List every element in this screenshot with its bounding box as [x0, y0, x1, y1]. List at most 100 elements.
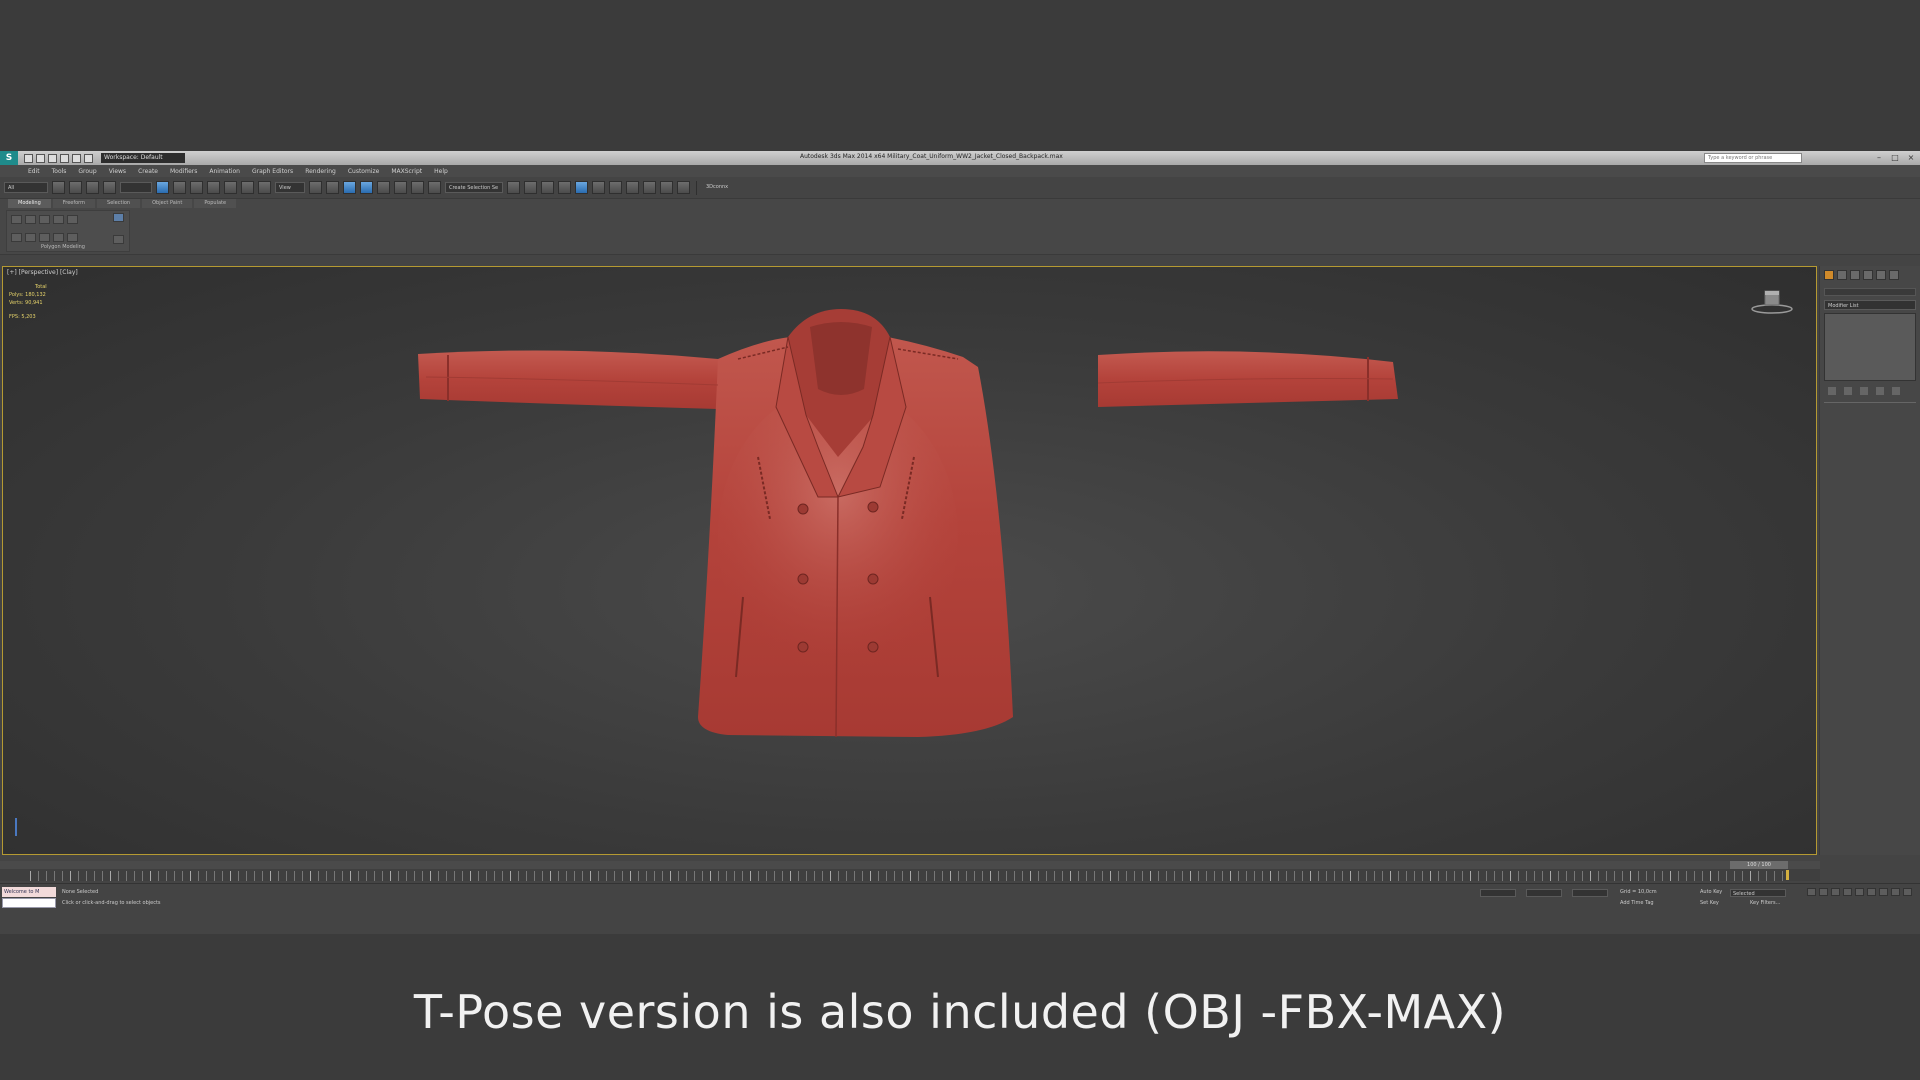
ribbon-tool-button[interactable] — [53, 233, 64, 242]
timeline[interactable]: 100 / 100 — [0, 861, 1820, 881]
menu-item-group[interactable]: Group — [78, 168, 96, 175]
link-icon[interactable] — [69, 181, 82, 194]
tab-modeling[interactable]: Modeling — [8, 199, 51, 208]
close-icon[interactable]: × — [1906, 153, 1916, 162]
scale-icon[interactable] — [258, 181, 271, 194]
time-slider[interactable]: 100 / 100 — [0, 861, 1820, 869]
move-icon[interactable] — [224, 181, 237, 194]
selection-filter-dropdown[interactable]: All — [4, 182, 48, 193]
ribbon-tool-button[interactable] — [67, 233, 78, 242]
create-tab-icon[interactable] — [1824, 270, 1834, 280]
menu-item-modifiers[interactable]: Modifiers — [170, 168, 197, 175]
orbit-icon[interactable] — [1891, 888, 1900, 896]
modifier-list-dropdown[interactable]: Modifier List — [1824, 300, 1916, 310]
next-frame-icon[interactable] — [1843, 888, 1852, 896]
maximize-viewport-icon[interactable] — [1903, 888, 1912, 896]
hierarchy-tab-icon[interactable] — [1850, 270, 1860, 280]
display-tab-icon[interactable] — [1876, 270, 1886, 280]
align-icon[interactable] — [524, 181, 537, 194]
filter-dropdown[interactable] — [120, 182, 152, 193]
minimize-icon[interactable]: – — [1874, 153, 1884, 162]
ribbon-tool-button[interactable] — [67, 215, 78, 224]
keyboard-shortcut-override-icon[interactable] — [343, 181, 356, 194]
ribbon-tool-button[interactable] — [53, 215, 64, 224]
save-file-icon[interactable] — [48, 153, 57, 163]
perspective-viewport[interactable]: [+] [Perspective] [Clay] Total Polys: 18… — [2, 266, 1817, 855]
menu-item-help[interactable]: Help — [434, 168, 448, 175]
utilities-tab-icon[interactable] — [1889, 270, 1899, 280]
window-crossing-icon[interactable] — [207, 181, 220, 194]
pin-stack-icon[interactable] — [1828, 387, 1836, 395]
ribbon-tool-button[interactable] — [39, 215, 50, 224]
ribbon-tool-button[interactable] — [25, 233, 36, 242]
app-logo-icon[interactable]: S — [0, 151, 18, 165]
percent-snap-icon[interactable] — [394, 181, 407, 194]
mirror-icon[interactable] — [507, 181, 520, 194]
project-folder-icon[interactable] — [84, 153, 93, 163]
go-to-start-icon[interactable] — [1807, 888, 1816, 896]
current-frame-marker[interactable] — [1786, 870, 1789, 880]
zoom-icon[interactable] — [1879, 888, 1888, 896]
key-mode-dropdown[interactable]: Selected — [1730, 889, 1786, 897]
make-unique-icon[interactable] — [1860, 387, 1868, 395]
undo-icon[interactable] — [60, 153, 69, 163]
viewport-label[interactable]: [+] [Perspective] [Clay] — [7, 269, 78, 276]
jacket-model[interactable] — [418, 297, 1408, 855]
bind-space-warp-icon[interactable] — [103, 181, 116, 194]
ribbon-tool-button[interactable] — [11, 233, 22, 242]
auto-key-button[interactable]: Auto Key — [1700, 889, 1722, 895]
layer-explorer-icon[interactable] — [558, 181, 571, 194]
viewcube-icon[interactable] — [1750, 287, 1794, 315]
tab-freeform[interactable]: Freeform — [52, 199, 96, 208]
x-coordinate-field[interactable] — [1480, 889, 1516, 897]
maxscript-listener-input[interactable] — [2, 898, 56, 908]
new-file-icon[interactable] — [24, 153, 33, 163]
select-object-icon[interactable] — [156, 181, 169, 194]
tab-selection[interactable]: Selection — [97, 199, 141, 208]
material-editor-icon[interactable] — [626, 181, 639, 194]
edit-named-selection-icon[interactable] — [428, 181, 441, 194]
select-by-name-icon[interactable] — [173, 181, 186, 194]
configure-modifier-sets-icon[interactable] — [1892, 387, 1900, 395]
menu-item-views[interactable]: Views — [109, 168, 126, 175]
menu-item-edit[interactable]: Edit — [28, 168, 40, 175]
menu-item-customize[interactable]: Customize — [348, 168, 380, 175]
object-name-field[interactable] — [1824, 288, 1916, 296]
named-selection-dropdown[interactable]: Create Selection Se — [445, 182, 503, 193]
maxscript-listener-output[interactable]: Welcome to M — [2, 887, 56, 897]
menu-item-graph-editors[interactable]: Graph Editors — [252, 168, 293, 175]
ribbon-tool-button[interactable] — [39, 233, 50, 242]
reference-coordinate-dropdown[interactable]: View — [275, 182, 305, 193]
menu-item-create[interactable]: Create — [138, 168, 158, 175]
y-coordinate-field[interactable] — [1526, 889, 1562, 897]
unlink-icon[interactable] — [86, 181, 99, 194]
ribbon-tool-button[interactable] — [25, 215, 36, 224]
menu-item-tools[interactable]: Tools — [52, 168, 67, 175]
menu-item-maxscript[interactable]: MAXScript — [391, 168, 422, 175]
search-input[interactable]: Type a keyword or phrase — [1704, 153, 1802, 163]
previous-frame-icon[interactable] — [1819, 888, 1828, 896]
modifier-stack[interactable] — [1824, 313, 1916, 381]
render-setup-icon[interactable] — [643, 181, 656, 194]
time-configuration-icon[interactable] — [1867, 888, 1876, 896]
maximize-icon[interactable]: □ — [1890, 153, 1900, 162]
undo-button[interactable] — [52, 181, 65, 194]
add-time-tag-button[interactable]: Add Time Tag — [1620, 900, 1654, 906]
menu-item-animation[interactable]: Animation — [209, 168, 240, 175]
ribbon-tool-button[interactable] — [11, 215, 22, 224]
curve-editor-icon[interactable] — [592, 181, 605, 194]
motion-tab-icon[interactable] — [1863, 270, 1873, 280]
render-production-icon[interactable] — [677, 181, 690, 194]
select-manipulate-icon[interactable] — [326, 181, 339, 194]
key-filters-button[interactable]: Key Filters... — [1750, 900, 1780, 906]
scene-explorer-icon[interactable] — [541, 181, 554, 194]
angle-snap-icon[interactable] — [377, 181, 390, 194]
play-icon[interactable] — [1831, 888, 1840, 896]
z-coordinate-field[interactable] — [1572, 889, 1608, 897]
tab-populate[interactable]: Populate — [194, 199, 237, 208]
modify-tab-icon[interactable] — [1837, 270, 1847, 280]
graphite-ribbon-icon[interactable] — [575, 181, 588, 194]
set-key-button[interactable]: Set Key — [1700, 900, 1719, 906]
go-to-end-icon[interactable] — [1855, 888, 1864, 896]
schematic-view-icon[interactable] — [609, 181, 622, 194]
